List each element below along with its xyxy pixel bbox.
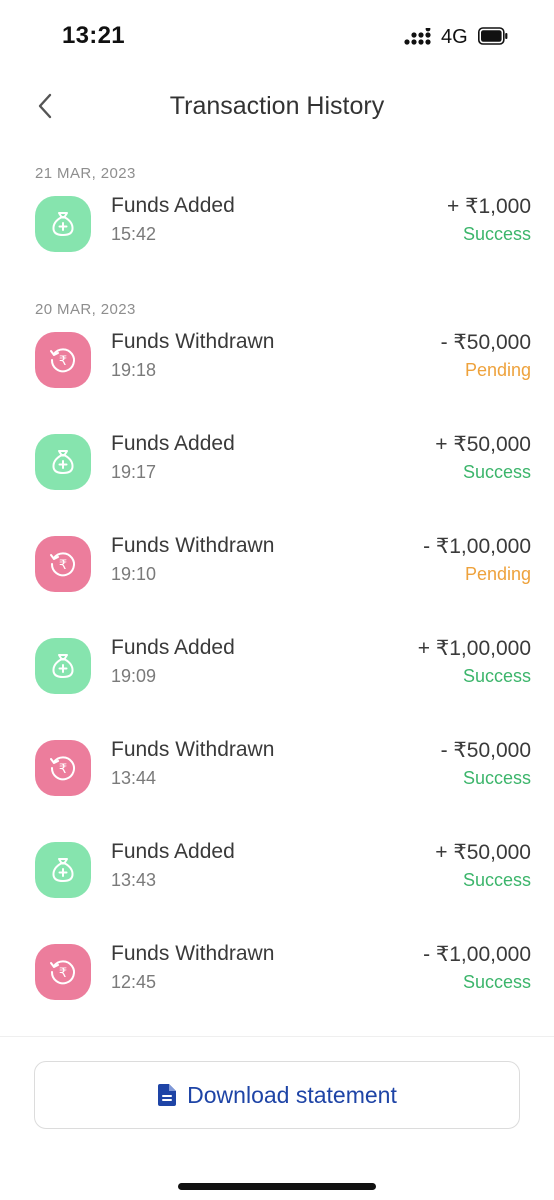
home-indicator[interactable] (178, 1183, 376, 1190)
transaction-row[interactable]: Funds Added 13:43 + ₹50,000 Success (0, 820, 554, 922)
status-time: 13:21 (62, 22, 125, 49)
transaction-title: Funds Added (111, 194, 235, 217)
svg-text:₹: ₹ (59, 354, 67, 369)
network-type: 4G (441, 26, 468, 48)
transaction-amount: + ₹1,000 (446, 195, 531, 218)
money-bag-plus-icon (35, 434, 91, 490)
transaction-status: Success (462, 666, 531, 686)
transaction-title: Funds Added (111, 432, 235, 455)
transaction-amount: - ₹1,00,000 (423, 943, 531, 966)
transaction-time: 19:10 (111, 564, 157, 584)
transaction-status: Pending (464, 564, 531, 584)
transaction-title: Funds Added (111, 636, 235, 659)
transaction-title: Funds Added (111, 840, 235, 863)
rupee-refresh-icon: ₹ (35, 740, 91, 796)
rupee-refresh-icon: ₹ (35, 332, 91, 388)
rupee-refresh-icon: ₹ (35, 944, 91, 1000)
transaction-amount: + ₹50,000 (435, 433, 531, 456)
transaction-time: 13:43 (111, 870, 157, 890)
transaction-row[interactable]: Funds Added 19:09 + ₹1,00,000 Success (0, 616, 554, 718)
transaction-status: Success (462, 462, 531, 482)
transaction-title: Funds Withdrawn (111, 534, 275, 557)
rupee-refresh-icon: ₹ (35, 536, 91, 592)
transaction-title: Funds Withdrawn (111, 738, 275, 761)
money-bag-plus-icon (35, 196, 91, 252)
transaction-row[interactable]: ₹ Funds Withdrawn 19:10 - ₹1,00,000 Pending (0, 514, 554, 616)
transaction-amount: - ₹50,000 (440, 331, 531, 354)
status-bar: 13:21 4G (0, 0, 554, 72)
transaction-time: 19:09 (111, 666, 157, 686)
svg-text:₹: ₹ (59, 558, 67, 573)
cellular-signal-icon (404, 28, 431, 45)
transaction-amount: - ₹50,000 (440, 739, 531, 762)
date-header: 21 MAR, 2023 (35, 165, 136, 182)
money-bag-plus-icon (35, 842, 91, 898)
document-icon (158, 1084, 177, 1106)
transaction-status: Success (462, 768, 531, 788)
transaction-time: 12:45 (111, 972, 157, 992)
money-bag-plus-icon (35, 638, 91, 694)
transaction-row[interactable]: ₹ Funds Withdrawn 12:45 - ₹1,00,000 Success (0, 922, 554, 1024)
transaction-time: 13:44 (111, 768, 157, 788)
transaction-list: 21 MAR, 2023 Funds Added 15:42 + ₹1,000 Succ… (0, 140, 554, 1024)
transaction-title: Funds Withdrawn (111, 330, 275, 353)
svg-text:₹: ₹ (59, 966, 67, 981)
download-statement-button[interactable]: Download statement (34, 1061, 520, 1129)
transaction-status: Success (462, 870, 531, 890)
transaction-status: Success (462, 972, 531, 992)
transaction-time: 19:17 (111, 462, 157, 482)
svg-text:₹: ₹ (59, 762, 67, 777)
transaction-title: Funds Withdrawn (111, 942, 275, 965)
transaction-amount: - ₹1,00,000 (423, 535, 531, 558)
transaction-time: 19:18 (111, 360, 157, 380)
footer: Download statement (0, 1036, 554, 1200)
transaction-status: Pending (464, 360, 531, 380)
transaction-row[interactable]: ₹ Funds Withdrawn 13:44 - ₹50,000 Success (0, 718, 554, 820)
header: Transaction History (0, 76, 554, 136)
transaction-status: Success (462, 224, 531, 244)
download-statement-label: Download statement (187, 1081, 397, 1108)
transaction-row[interactable]: Funds Added 15:42 + ₹1,000 Success (0, 174, 554, 276)
transaction-row[interactable]: Funds Added 19:17 + ₹50,000 Success (0, 412, 554, 514)
transaction-amount: + ₹1,00,000 (417, 637, 531, 660)
page-title: Transaction History (169, 92, 385, 120)
transaction-row[interactable]: ₹ Funds Withdrawn 19:18 - ₹50,000 Pending (0, 310, 554, 412)
transaction-amount: + ₹50,000 (435, 841, 531, 864)
battery-icon (478, 27, 508, 45)
transaction-history-screen: 13:21 4G Transaction History 21 MAR, 202… (0, 0, 554, 1200)
transaction-time: 15:42 (111, 224, 157, 244)
date-header: 20 MAR, 2023 (35, 301, 136, 318)
